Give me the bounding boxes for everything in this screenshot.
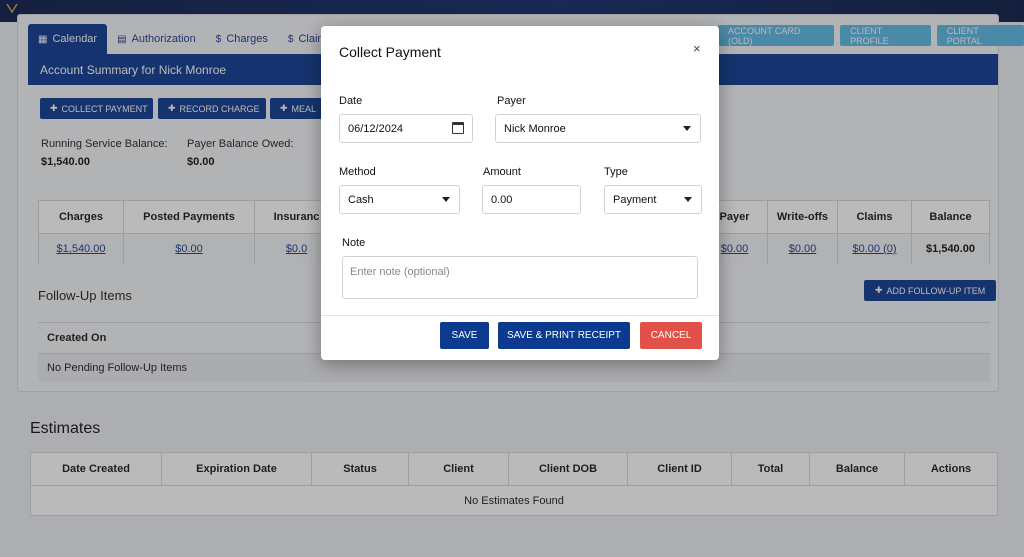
amount-label: Amount [483, 166, 521, 178]
note-label: Note [342, 237, 366, 249]
close-icon[interactable]: × [693, 41, 701, 56]
chevron-down-icon [683, 126, 691, 131]
save-button[interactable]: SAVE [440, 322, 489, 349]
modal-footer-divider [321, 315, 719, 316]
payer-label: Payer [497, 95, 526, 107]
method-select[interactable]: Cash [339, 185, 460, 214]
cancel-button[interactable]: CANCEL [640, 322, 702, 349]
save-print-receipt-button[interactable]: SAVE & PRINT RECEIPT [498, 322, 630, 349]
payer-select[interactable]: Nick Monroe [495, 114, 701, 143]
method-label: Method [339, 166, 376, 178]
date-input[interactable]: 06/12/2024 [339, 114, 473, 143]
date-label: Date [339, 95, 363, 107]
note-textarea[interactable]: Enter note (optional) [342, 256, 698, 299]
calendar-icon[interactable] [452, 122, 464, 134]
collect-payment-modal: Collect Payment × Date 06/12/2024 Payer … [321, 26, 719, 360]
amount-input[interactable]: 0.00 [482, 185, 581, 214]
chevron-down-icon [684, 197, 692, 202]
chevron-down-icon [442, 197, 450, 202]
type-select[interactable]: Payment [604, 185, 702, 214]
type-label: Type [604, 166, 628, 178]
modal-title: Collect Payment [339, 44, 441, 60]
